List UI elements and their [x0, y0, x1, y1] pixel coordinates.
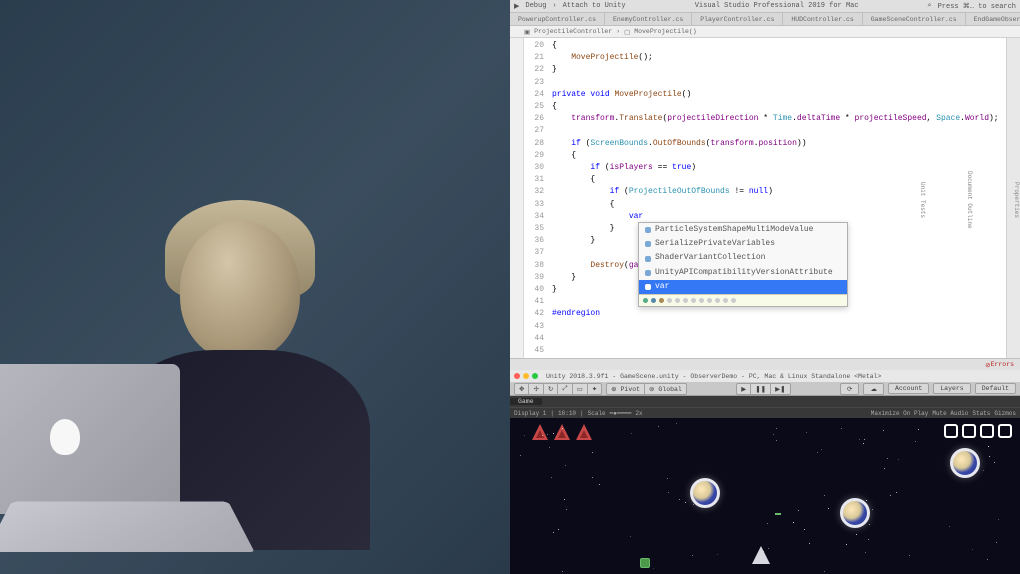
ide-top-toolbar: ▶ Debug › Attach to Unity Visual Studio … — [510, 0, 1020, 13]
ac-item-4-selected[interactable]: var — [639, 280, 847, 294]
game-view[interactable] — [510, 418, 1020, 574]
unity-editor: Unity 2018.3.9f1 - GameScene.unity - Obs… — [510, 370, 1020, 574]
minimize-icon[interactable] — [523, 373, 529, 379]
scale-tool-icon[interactable]: ⤢ — [558, 384, 572, 394]
scale-slider[interactable]: ━●━━━━ — [610, 410, 632, 417]
scale-label: Scale — [588, 410, 606, 417]
planet-sprite — [950, 448, 980, 478]
tab-gamescene[interactable]: GameSceneController.cs — [863, 13, 966, 25]
autocomplete-filter-bar[interactable] — [639, 294, 847, 306]
class-icon — [645, 256, 651, 262]
player-ship — [750, 546, 772, 566]
method-icon: ▢ — [624, 28, 630, 36]
multi-tool-icon[interactable]: ✦ — [588, 384, 601, 394]
breadcrumb: ▣ ProjectileController › ▢ MoveProjectil… — [510, 26, 1020, 38]
layers-dropdown[interactable]: Layers — [933, 383, 970, 394]
laptop-back — [0, 364, 180, 514]
class-icon — [645, 227, 651, 233]
game-tab[interactable]: Game — [510, 398, 542, 405]
tab-player[interactable]: PlayerController.cs — [692, 13, 783, 25]
play-button[interactable]: ▶ — [737, 384, 751, 394]
display-dropdown[interactable]: Display 1 — [514, 410, 546, 417]
game-view-controls: Display 1 | 16:10 | Scale ━●━━━━ 2x Maxi… — [510, 407, 1020, 418]
ide-right-sidebar: Properties Document Outline Unit Tests — [1006, 38, 1020, 358]
tab-hud[interactable]: HUDController.cs — [783, 13, 862, 25]
scale-value: 2x — [635, 410, 642, 417]
life-box — [980, 424, 994, 438]
outline-panel-tab[interactable]: Document Outline — [966, 171, 973, 229]
tab-powerup[interactable]: PowerupController.cs — [510, 13, 605, 25]
promo-photo-panel — [0, 0, 510, 574]
enemy-ship — [574, 424, 594, 444]
autocomplete-popup[interactable]: ParticleSystemShapeMultiModeValue Serial… — [638, 222, 848, 307]
breadcrumb-member[interactable]: MoveProjectile() — [634, 28, 696, 35]
projectile-sprite — [775, 513, 781, 515]
config-dropdown[interactable]: Debug — [525, 2, 546, 10]
stats-toggle[interactable]: Stats — [972, 410, 990, 417]
editor-tab-bar: PowerupController.cs EnemyController.cs … — [510, 13, 1020, 26]
cloud-icon[interactable]: ☁ — [863, 383, 884, 395]
apple-logo-icon — [50, 419, 80, 455]
class-icon: ▣ — [524, 28, 530, 36]
ide-unity-composite: ▶ Debug › Attach to Unity Visual Studio … — [510, 0, 1020, 574]
ac-item-1[interactable]: SerializePrivateVariables — [639, 237, 847, 251]
life-box — [962, 424, 976, 438]
hand-tool-icon[interactable]: ✥ — [515, 384, 529, 394]
rect-tool-icon[interactable]: ▭ — [573, 384, 588, 394]
game-tab-bar: Game — [510, 396, 1020, 407]
ac-item-2[interactable]: ShaderVariantCollection — [639, 251, 847, 265]
life-box — [944, 424, 958, 438]
code-content[interactable]: { MoveProjectile();} private void MovePr… — [548, 38, 1020, 358]
class-icon — [645, 241, 651, 247]
keyword-icon — [645, 284, 651, 290]
planet-sprite — [840, 498, 870, 528]
search-placeholder[interactable]: Press ⌘… to search — [938, 2, 1016, 11]
collab-dropdown[interactable]: ⟳ — [840, 383, 859, 395]
pause-button[interactable]: ❚❚ — [751, 384, 771, 394]
account-dropdown[interactable]: Account — [888, 383, 929, 394]
mute-toggle[interactable]: Mute Audio — [932, 410, 968, 417]
line-numbers: 2021222324252627282930313233343536373839… — [524, 38, 548, 358]
layout-dropdown[interactable]: Default — [975, 383, 1016, 394]
tab-endgame[interactable]: EndGameObserver.cs — [966, 13, 1020, 25]
step-button[interactable]: ▶❚ — [771, 384, 789, 394]
class-icon — [645, 270, 651, 276]
life-box — [998, 424, 1012, 438]
breadcrumb-class[interactable]: ProjectileController — [534, 28, 612, 35]
pivot-toggle[interactable]: ⊕ Pivot — [607, 384, 645, 394]
properties-panel-tab[interactable]: Properties — [1013, 182, 1020, 218]
aspect-dropdown[interactable]: 16:10 — [558, 410, 576, 417]
close-icon[interactable] — [514, 373, 520, 379]
play-controls[interactable]: ▶ ❚❚ ▶❚ — [736, 383, 790, 395]
play-icon[interactable]: ▶ — [514, 2, 519, 11]
powerup-sprite — [640, 558, 650, 568]
maximize-icon[interactable] — [532, 373, 538, 379]
search-icon[interactable]: ⌕ — [928, 2, 932, 10]
move-tool-icon[interactable]: ✢ — [529, 384, 543, 394]
marker-gutter — [510, 38, 524, 358]
errors-label[interactable]: Errors — [991, 361, 1014, 368]
target-dropdown[interactable]: Attach to Unity — [563, 2, 626, 10]
ac-item-0[interactable]: ParticleSystemShapeMultiModeValue — [639, 223, 847, 237]
lives-hud — [944, 424, 1012, 438]
unity-title: Unity 2018.3.9f1 - GameScene.unity - Obs… — [546, 373, 881, 380]
code-editor[interactable]: 2021222324252627282930313233343536373839… — [510, 38, 1020, 358]
unity-titlebar: Unity 2018.3.9f1 - GameScene.unity - Obs… — [510, 370, 1020, 382]
ide-status-bar: ⊘ Errors — [510, 358, 1020, 370]
global-toggle[interactable]: ⊚ Global — [645, 384, 686, 394]
tab-enemy[interactable]: EnemyController.cs — [605, 13, 692, 25]
gizmos-toggle[interactable]: Gizmos — [994, 410, 1016, 417]
rotate-tool-icon[interactable]: ↻ — [544, 384, 558, 394]
transform-tools[interactable]: ✥ ✢ ↻ ⤢ ▭ ✦ — [514, 383, 602, 395]
ide-title: Visual Studio Professional 2019 for Mac — [695, 2, 859, 10]
unity-toolbar: ✥ ✢ ↻ ⤢ ▭ ✦ ⊕ Pivot ⊚ Global ▶ ❚❚ ▶❚ ⟳ ☁… — [510, 382, 1020, 396]
tests-panel-tab[interactable]: Unit Tests — [919, 182, 926, 218]
laptop-base — [0, 501, 255, 552]
planet-sprite — [690, 478, 720, 508]
ac-item-3[interactable]: UnityAPICompatibilityVersionAttribute — [639, 266, 847, 280]
maximize-toggle[interactable]: Maximize On Play — [871, 410, 929, 417]
